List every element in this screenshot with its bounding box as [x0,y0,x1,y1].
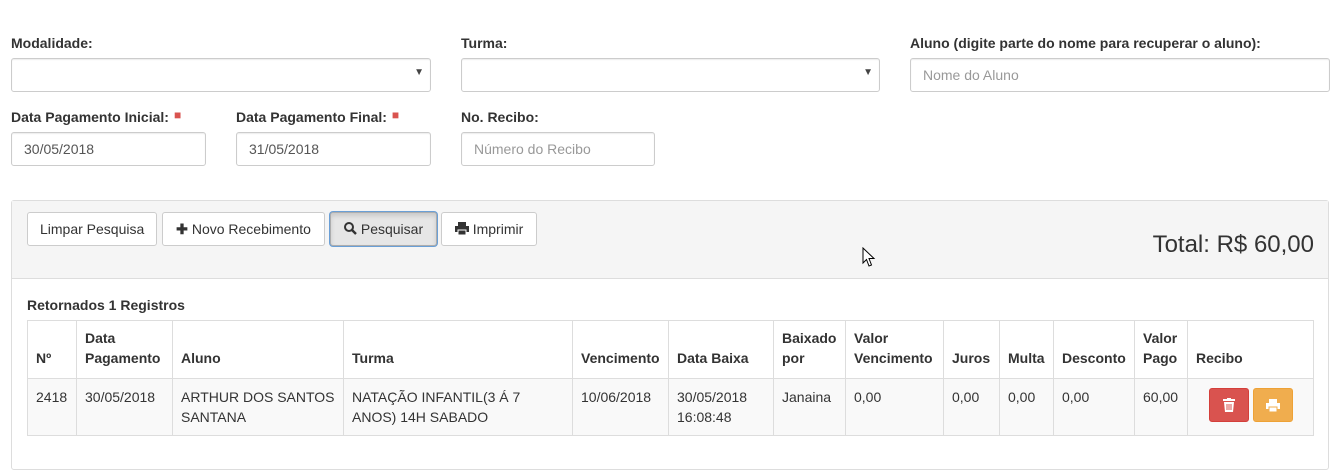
data-final-input[interactable]: 31/05/2018 [236,132,431,166]
search-icon [343,213,357,245]
delete-button[interactable] [1209,388,1249,422]
cell-vencimento: 10/06/2018 [572,378,669,436]
print-recibo-button[interactable] [1253,388,1293,422]
cell-valor-vencimento: 0,00 [845,378,944,436]
aluno-label: Aluno (digite parte do nome para recuper… [910,35,1261,51]
modalidade-select[interactable]: ▼ [11,58,431,92]
limpar-pesquisa-button[interactable]: Limpar Pesquisa [27,212,157,246]
cell-data-pagamento: 30/05/2018 [76,378,173,436]
col-valor-pago: Valor Pago [1134,320,1188,379]
col-baixado-por: Baixado por [773,320,846,379]
total-amount: Total: R$ 60,00 [1152,231,1314,258]
novo-recebimento-label: Novo Recebimento [191,221,311,237]
novo-recebimento-button[interactable]: ✚ Novo Recebimento [162,212,325,246]
pesquisar-button[interactable]: Pesquisar [330,212,437,246]
cell-data-baixa: 30/05/2018 16:08:48 [668,378,774,436]
cell-numero: 2418 [27,378,77,436]
data-final-label-text: Data Pagamento Final: [236,109,387,125]
table-header-row: Nº Data Pagamento Aluno Turma Vencimento… [27,320,1314,379]
data-inicial-input[interactable]: 30/05/2018 [11,132,206,166]
col-aluno: Aluno [172,320,344,379]
results-panel: Limpar Pesquisa ✚ Novo Recebimento Pesqui… [11,200,1329,470]
col-juros: Juros [943,320,1000,379]
cell-turma: NATAÇÃO INFANTIL(3 Á 7 ANOS) 14H SABADO [343,378,573,436]
plus-icon: ✚ [176,221,188,237]
turma-select[interactable]: ▼ [461,58,880,92]
col-multa: Multa [999,320,1054,379]
cell-recibo [1187,378,1314,436]
col-desconto: Desconto [1053,320,1135,379]
col-data-baixa: Data Baixa [668,320,774,379]
data-final-label: Data Pagamento Final: ■ [236,108,400,125]
aluno-input[interactable]: Nome do Aluno [910,58,1330,92]
cell-baixado-por: Janaina [773,378,846,436]
cell-desconto: 0,00 [1053,378,1135,436]
data-inicial-label: Data Pagamento Inicial: ■ [11,108,182,125]
imprimir-label: Imprimir [472,221,524,237]
results-count: Retornados 1 Registros [27,297,185,313]
print-icon [1266,399,1280,413]
col-data-pagamento: Data Pagamento [76,320,173,379]
mouse-cursor-icon [862,247,876,267]
print-icon [454,213,469,245]
cell-aluno: ARTHUR DOS SANTOS SANTANA [172,378,344,436]
col-recibo: Recibo [1187,320,1314,379]
col-turma: Turma [343,320,573,379]
recibo-label: No. Recibo: [461,109,539,125]
required-mark: ■ [391,108,400,122]
trash-icon [1223,398,1235,412]
turma-label: Turma: [461,35,508,51]
data-inicial-label-text: Data Pagamento Inicial: [11,109,169,125]
required-mark: ■ [173,108,182,122]
cell-juros: 0,00 [943,378,1000,436]
col-numero: Nº [27,320,77,379]
panel-toolbar: Limpar Pesquisa ✚ Novo Recebimento Pesqui… [12,201,1328,279]
cell-multa: 0,00 [999,378,1054,436]
col-valor-vencimento: Valor Vencimento [845,320,944,379]
recibo-input[interactable]: Número do Recibo [461,132,655,166]
pesquisar-label: Pesquisar [360,221,424,237]
modalidade-label: Modalidade: [11,35,93,51]
col-vencimento: Vencimento [572,320,669,379]
imprimir-button[interactable]: Imprimir [441,212,537,246]
caret-down-icon: ▼ [863,67,873,78]
table-row: 2418 30/05/2018 ARTHUR DOS SANTOS SANTAN… [27,378,1314,436]
cell-valor-pago: 60,00 [1134,378,1188,436]
caret-down-icon: ▼ [414,67,424,78]
results-table: Nº Data Pagamento Aluno Turma Vencimento… [27,320,1314,436]
